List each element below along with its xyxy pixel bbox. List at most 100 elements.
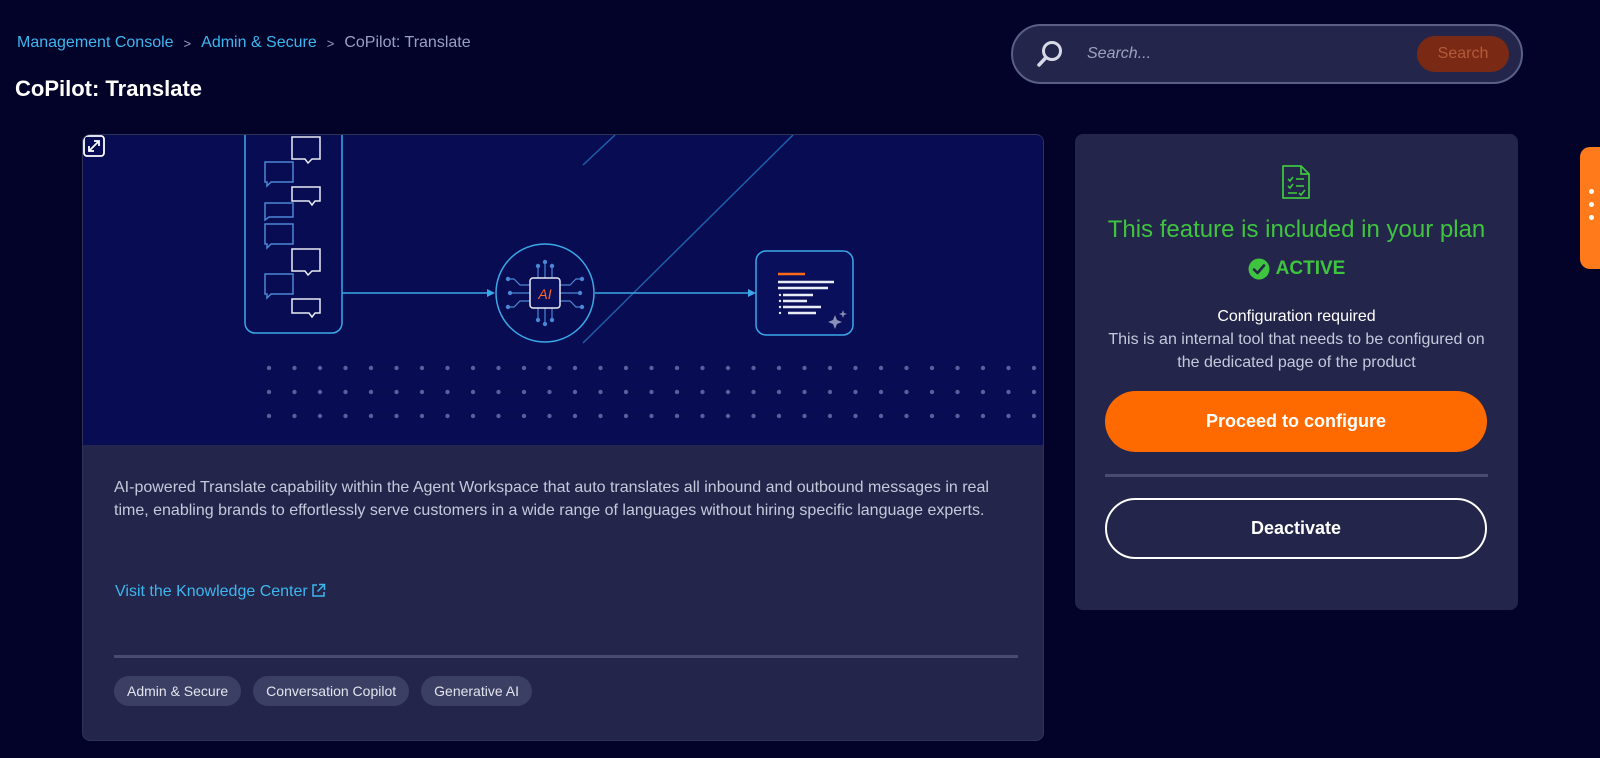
decorative-dot <box>649 389 654 395</box>
decorative-dot <box>496 389 501 395</box>
decorative-dot <box>1031 413 1037 419</box>
decorative-dot <box>419 365 425 371</box>
decorative-dot <box>368 365 374 371</box>
decorative-dot <box>445 365 450 371</box>
decorative-dot <box>445 413 450 419</box>
decorative-dot <box>904 389 909 395</box>
feature-description: AI-powered Translate capability within t… <box>114 479 989 519</box>
decorative-dot <box>802 389 807 395</box>
vertical-dots-icon <box>1589 202 1594 207</box>
decorative-dot <box>827 413 833 419</box>
decorative-dot <box>547 389 552 395</box>
decorative-dot <box>317 413 323 419</box>
page-title: CoPilot: Translate <box>15 76 203 101</box>
decorative-dot <box>598 365 603 371</box>
decorative-dot <box>445 389 450 395</box>
decorative-dot <box>674 365 680 371</box>
decorative-dot <box>317 365 323 371</box>
decorative-dot <box>802 413 807 419</box>
status-label: ACTIVE <box>1275 258 1346 279</box>
breadcrumb: Management Console > Admin & Secure > Co… <box>17 34 471 52</box>
plan-included-text: This feature is included in your plan <box>1107 216 1486 243</box>
decorative-dot <box>878 413 884 419</box>
decorative-dot <box>521 365 527 371</box>
knowledge-center-link[interactable]: Visit the Knowledge Center <box>115 583 326 601</box>
decorative-dot <box>700 413 705 419</box>
decorative-dot <box>470 413 476 419</box>
decorative-dot <box>751 365 756 371</box>
feature-card: AI AI-powered Translate capability withi… <box>82 134 1044 741</box>
decorative-dot <box>878 365 884 371</box>
expand-icon[interactable] <box>83 135 105 157</box>
decorative-dot <box>929 365 935 371</box>
decorative-dot <box>496 413 501 419</box>
decorative-dot <box>827 389 833 395</box>
decorative-dot <box>725 365 731 371</box>
decorative-dot <box>419 389 425 395</box>
decorative-dot <box>904 365 909 371</box>
ai-chip-label: AI <box>537 286 551 302</box>
decorative-dot <box>292 365 297 371</box>
decorative-dot <box>929 413 935 419</box>
decorative-dot <box>751 413 756 419</box>
decorative-dot <box>317 389 323 395</box>
search-button[interactable]: Search <box>1417 36 1509 72</box>
feature-hero-illustration: AI <box>83 135 1043 445</box>
decorative-dot <box>623 365 629 371</box>
decorative-dot <box>1006 365 1011 371</box>
decorative-dot <box>853 413 858 419</box>
vertical-dots-icon <box>1589 215 1594 220</box>
decorative-dot <box>751 389 756 395</box>
deactivate-button[interactable]: Deactivate <box>1105 498 1487 559</box>
configuration-description: This is an internal tool that needs to b… <box>1108 331 1485 371</box>
decorative-dot <box>649 413 654 419</box>
knowledge-center-link-label: Visit the Knowledge Center <box>115 583 308 600</box>
side-panel-tab[interactable] <box>1580 147 1600 269</box>
translate-flow-illustration: AI <box>244 135 1037 419</box>
decorative-dot <box>955 413 960 419</box>
decorative-dot <box>980 389 986 395</box>
decorative-dot <box>674 389 680 395</box>
breadcrumb-management-console[interactable]: Management Console <box>17 34 174 52</box>
decorative-dot <box>853 389 858 395</box>
decorative-dot <box>623 413 629 419</box>
decorative-dot <box>623 389 629 395</box>
decorative-dot <box>470 389 476 395</box>
breadcrumb-separator: > <box>326 35 335 51</box>
breadcrumb-current: CoPilot: Translate <box>344 34 471 51</box>
side-card-divider <box>1105 474 1488 477</box>
decorative-dot <box>878 389 884 395</box>
decorative-dot <box>1006 389 1011 395</box>
decorative-dot <box>904 413 909 419</box>
search-input[interactable] <box>1085 44 1417 64</box>
search-icon[interactable] <box>1035 39 1065 69</box>
breadcrumb-admin-secure[interactable]: Admin & Secure <box>201 34 317 52</box>
decorative-dot <box>598 413 603 419</box>
configuration-title: Configuration required <box>1217 308 1376 325</box>
decorative-dot <box>292 413 297 419</box>
decorative-dot <box>547 413 552 419</box>
card-divider <box>114 655 1018 658</box>
decorative-dot <box>827 365 833 371</box>
breadcrumb-separator: > <box>183 35 192 51</box>
decorative-dot <box>343 365 348 371</box>
tag-admin-secure[interactable]: Admin & Secure <box>114 676 242 706</box>
decorative-dot <box>292 389 297 395</box>
decorative-dot <box>394 365 399 371</box>
decorative-dot <box>572 413 578 419</box>
decorative-dot <box>521 413 527 419</box>
document-check-icon <box>1282 165 1310 199</box>
status-badge: ACTIVE <box>1075 258 1518 280</box>
proceed-to-configure-button[interactable]: Proceed to configure <box>1105 391 1487 452</box>
decorative-dot <box>802 365 807 371</box>
tag-generative-ai[interactable]: Generative AI <box>421 676 532 706</box>
tag-conversation-copilot[interactable]: Conversation Copilot <box>253 676 410 706</box>
decorative-dot <box>1031 365 1037 371</box>
external-link-icon <box>311 583 325 597</box>
vertical-dots-icon <box>1589 189 1594 194</box>
decorative-dot <box>674 413 680 419</box>
plan-status-card: This feature is included in your plan AC… <box>1075 134 1518 610</box>
decorative-dot <box>1031 389 1037 395</box>
decorative-dot <box>470 365 476 371</box>
decorative-dot <box>980 413 986 419</box>
